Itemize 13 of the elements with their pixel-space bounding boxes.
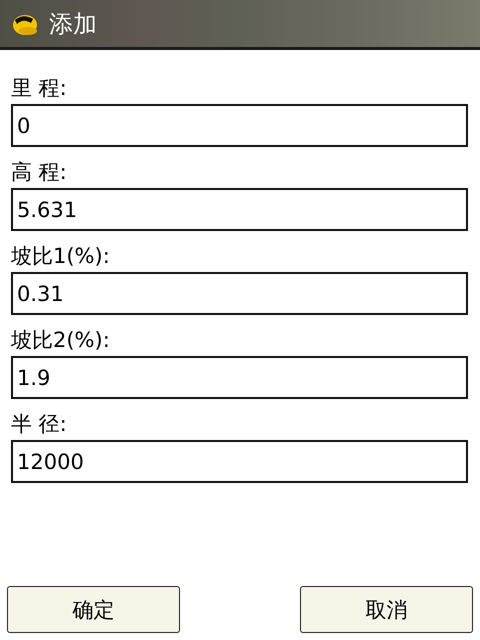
- input-field[interactable]: 0.31: [11, 272, 468, 315]
- confirm-button[interactable]: 确定: [7, 586, 180, 633]
- input-field[interactable]: 1.9: [11, 356, 468, 399]
- field-label: 里 程:: [11, 75, 68, 102]
- input-field[interactable]: 0: [11, 104, 468, 147]
- field-label: 半 径:: [11, 411, 68, 438]
- input-field[interactable]: 5.631: [11, 188, 468, 231]
- field-label: 高 程:: [11, 159, 68, 186]
- cancel-button[interactable]: 取消: [300, 586, 473, 633]
- field-label: 坡比2(%):: [11, 327, 111, 354]
- input-field[interactable]: 12000: [11, 440, 468, 483]
- field-label: 坡比1(%):: [11, 243, 111, 270]
- window-title: 添加: [49, 8, 97, 40]
